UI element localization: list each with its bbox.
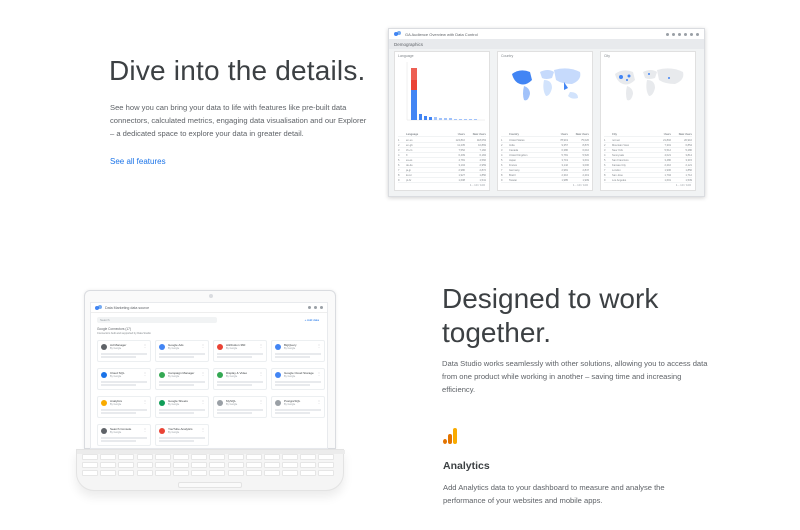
connector-icon bbox=[275, 344, 281, 350]
analytics-description: Add Analytics data to your dashboard to … bbox=[443, 483, 665, 505]
country-panel: Country Country Users New Users 1 United St… bbox=[497, 51, 593, 191]
connectors-subheading: Connectors built and supported by Data S… bbox=[97, 332, 151, 335]
city-map bbox=[615, 68, 684, 101]
data-studio-logo-icon bbox=[95, 304, 102, 311]
connector-search-input[interactable]: Search bbox=[97, 317, 217, 323]
language-panel: Language Language Users New Users 1 en-us 12… bbox=[394, 51, 490, 191]
more-icon: ⋮ bbox=[259, 399, 263, 404]
more-icon: ⋮ bbox=[317, 399, 321, 404]
screen-toolbar: Data Marketing data source bbox=[91, 303, 327, 313]
connector-card[interactable]: Attribution 360 By Google ⋮ bbox=[213, 340, 267, 362]
connector-card[interactable]: BigQuery By Google ⋮ bbox=[271, 340, 325, 362]
connector-icon bbox=[101, 344, 107, 350]
connector-card[interactable]: MySQL By Google ⋮ bbox=[213, 396, 267, 418]
dashboard-section-label: Demographics bbox=[389, 40, 704, 49]
table-header: Country Users New Users bbox=[501, 132, 589, 137]
connector-grid: Ad Manager By Google ⋮ Google Ads By Google… bbox=[97, 340, 325, 446]
analytics-icon bbox=[443, 428, 457, 444]
connector-card[interactable]: PostgreSQL By Google ⋮ bbox=[271, 396, 325, 418]
panel-label: Language bbox=[398, 54, 414, 58]
connector-icon bbox=[217, 344, 223, 350]
screen-title: Data Marketing data source bbox=[105, 305, 150, 310]
connector-icon bbox=[101, 372, 107, 378]
table-header: Language Users New Users bbox=[398, 132, 486, 137]
more-icon: ⋮ bbox=[201, 371, 205, 376]
connector-card[interactable]: Campaign Manager By Google ⋮ bbox=[155, 368, 209, 390]
more-icon: ⋮ bbox=[143, 371, 147, 376]
pager[interactable]: 1 - 10 / 100 bbox=[470, 183, 485, 187]
connector-icon bbox=[159, 344, 165, 350]
more-icon: ⋮ bbox=[143, 343, 147, 348]
more-icon: ⋮ bbox=[201, 427, 205, 432]
connector-card[interactable]: Google Cloud Storage By Google ⋮ bbox=[271, 368, 325, 390]
connector-icon bbox=[101, 400, 107, 406]
pager[interactable]: 1 - 10 / 100 bbox=[573, 183, 588, 187]
laptop-camera bbox=[209, 294, 213, 298]
together-heading: Designed to work together. bbox=[442, 283, 659, 348]
connector-icon bbox=[217, 372, 223, 378]
together-description: Data Studio works seamlessly with other … bbox=[442, 359, 708, 394]
connector-icon bbox=[159, 372, 165, 378]
more-icon: ⋮ bbox=[201, 343, 205, 348]
more-icon: ⋮ bbox=[201, 399, 205, 404]
laptop-screen: Data Marketing data source Search + Add … bbox=[90, 302, 328, 449]
data-studio-logo-icon bbox=[394, 31, 401, 37]
analytics-heading: Analytics bbox=[443, 460, 490, 472]
dashboard-title: GA Audience Overview with Data Control bbox=[405, 31, 478, 37]
more-icon: ⋮ bbox=[143, 399, 147, 404]
screen-tool-icons bbox=[308, 306, 323, 309]
connector-icon bbox=[275, 400, 281, 406]
more-icon: ⋮ bbox=[143, 427, 147, 432]
panel-label: City bbox=[604, 54, 611, 58]
connector-card[interactable]: Cloud SQL By Google ⋮ bbox=[97, 368, 151, 390]
connector-card[interactable]: Google Sheets By Google ⋮ bbox=[155, 396, 209, 418]
table-header: City Users New Users bbox=[604, 132, 692, 137]
language-bar-chart bbox=[406, 62, 485, 121]
details-description: See how you can bring your data to life … bbox=[110, 103, 367, 138]
more-icon: ⋮ bbox=[317, 343, 321, 348]
laptop-illustration: Data Marketing data source Search + Add … bbox=[76, 290, 345, 492]
country-map bbox=[512, 68, 581, 101]
connector-icon bbox=[275, 372, 281, 378]
laptop-trackpad bbox=[178, 482, 242, 488]
see-all-features-link[interactable]: See all features bbox=[110, 157, 166, 166]
add-data-link[interactable]: + Add data bbox=[305, 318, 319, 322]
dashboard-toolbar: GA Audience Overview with Data Control bbox=[389, 29, 704, 40]
connector-card[interactable]: Search Console By Google ⋮ bbox=[97, 424, 151, 446]
connector-card[interactable]: Google Ads By Google ⋮ bbox=[155, 340, 209, 362]
connector-icon bbox=[101, 428, 107, 434]
dashboard-tool-icons bbox=[666, 32, 699, 36]
details-heading: Dive into the details. bbox=[109, 55, 366, 86]
connector-icon bbox=[217, 400, 223, 406]
connector-card[interactable]: Analytics By Google ⋮ bbox=[97, 396, 151, 418]
more-icon: ⋮ bbox=[259, 371, 263, 376]
connectors-heading: Google Connectors (17) bbox=[97, 327, 132, 331]
more-icon: ⋮ bbox=[259, 343, 263, 348]
dashboard-screenshot: GA Audience Overview with Data Control D… bbox=[388, 28, 705, 197]
panel-label: Country bbox=[501, 54, 514, 58]
pager[interactable]: 1 - 10 / 100 bbox=[676, 183, 691, 187]
connector-card[interactable]: Ad Manager By Google ⋮ bbox=[97, 340, 151, 362]
connector-icon bbox=[159, 428, 165, 434]
connector-card[interactable]: Display & Video By Google ⋮ bbox=[213, 368, 267, 390]
connector-icon bbox=[159, 400, 165, 406]
more-icon: ⋮ bbox=[317, 371, 321, 376]
laptop-keyboard bbox=[82, 454, 338, 476]
city-panel: City City Users New Users 1 not set 21,802 20… bbox=[600, 51, 696, 191]
connector-card[interactable]: YouTube Analytics By Google ⋮ bbox=[155, 424, 209, 446]
